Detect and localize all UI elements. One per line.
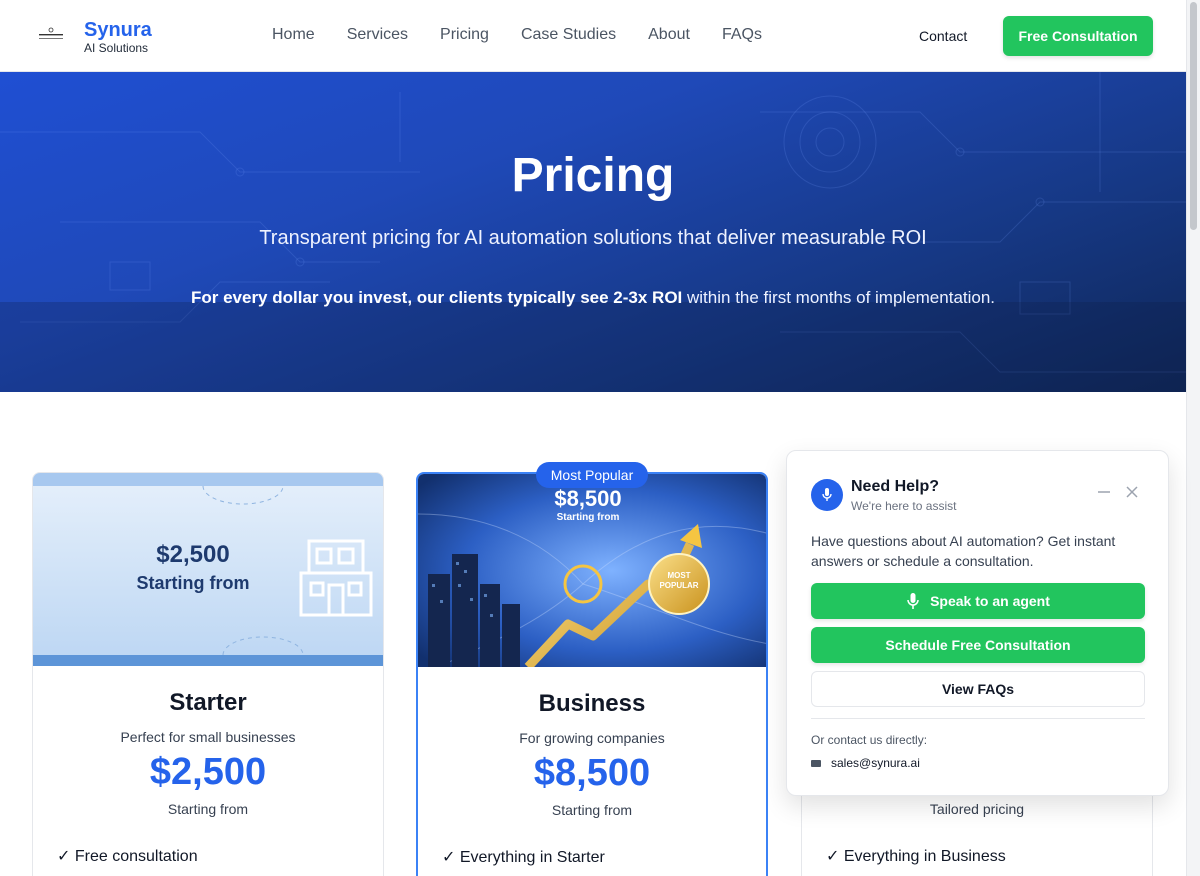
most-popular-badge: Most Popular [536,462,648,488]
business-image-caption: Starting from [556,512,620,523]
page-scrollbar[interactable] [1186,0,1200,876]
business-plan-name: Business [538,690,646,717]
starter-plan-image: $2,500 Starting from [33,473,383,666]
starter-plan-price: $2,500 [149,751,267,793]
business-plan-image: $8,500 Starting from MOST POPULAR [418,474,766,667]
starter-feature-1: ✓ Free consultation [57,848,198,865]
hero-subtitle: Transparent pricing for AI automation so… [259,227,927,249]
roi-highlight: For every dollar you invest, our clients… [190,288,683,307]
business-image-badge-line-1: MOST [667,571,691,580]
nav-about[interactable]: About [648,26,690,44]
contact-link[interactable]: Contact [919,28,967,44]
plan-card-starter: $2,500 Starting from Starter Perfect for… [32,472,384,876]
business-feature-1: ✓ Everything in Starter [442,849,605,866]
business-plan-price: $8,500 [533,752,651,794]
enterprise-feature-1: ✓ Everything in Business [826,848,1006,865]
minimize-icon[interactable] [1097,485,1111,499]
starter-image-price: $2,500 [156,541,230,568]
business-image-price: $8,500 [554,486,622,511]
scrollbar-thumb[interactable] [1190,2,1197,230]
starter-price-note: Starting from [167,801,249,817]
help-widget-subtitle: We're here to assist [851,499,957,513]
free-consultation-button[interactable]: Free Consultation [1003,16,1153,56]
starter-image-caption: Starting from [136,573,250,593]
view-faqs-button[interactable]: View FAQs [811,671,1145,707]
microphone-icon [907,593,919,609]
plan-card-business: $8,500 Starting from MOST POPULAR Busine… [416,472,768,876]
page-title: Pricing [511,149,675,202]
business-price-note: Starting from [551,802,633,818]
logo-icon[interactable] [38,27,64,43]
business-image-badge-line-2: POPULAR [659,581,699,590]
hero-roi-statement: For every dollar you invest, our clients… [0,288,1186,308]
hero-section: Pricing Transparent pricing for AI autom… [0,72,1186,392]
sales-email-link[interactable]: sales@synura.ai [831,756,920,770]
speak-to-agent-label: Speak to an agent [930,593,1050,609]
nav-faqs[interactable]: FAQs [722,26,762,44]
brand-name[interactable]: Synura [84,19,152,42]
mail-icon [811,760,821,767]
nav-services[interactable]: Services [347,26,408,44]
schedule-consultation-button[interactable]: Schedule Free Consultation [811,627,1145,663]
help-widget: Need Help? We're here to assist Have que… [786,450,1169,796]
contact-directly-label: Or contact us directly: [811,733,928,747]
brand-tagline: AI Solutions [84,41,149,55]
enterprise-price-note: Tailored pricing [929,801,1025,817]
site-header: Synura AI Solutions Home Services Pricin… [0,0,1186,72]
help-widget-message: Have questions about AI automation? Get … [811,533,1116,569]
main-nav: Home Services Pricing Case Studies About… [272,26,762,44]
nav-home[interactable]: Home [272,26,315,44]
microphone-icon [811,479,843,511]
business-plan-description: For growing companies [519,730,665,746]
nav-pricing[interactable]: Pricing [440,26,489,44]
help-widget-title: Need Help? [851,478,940,495]
nav-case-studies[interactable]: Case Studies [521,26,616,44]
roi-rest: within the first months of implementatio… [682,288,996,307]
starter-plan-name: Starter [169,689,247,716]
speak-to-agent-button[interactable]: Speak to an agent [811,583,1145,619]
divider [811,718,1145,719]
close-icon[interactable] [1125,485,1139,499]
starter-plan-description: Perfect for small businesses [120,729,296,745]
